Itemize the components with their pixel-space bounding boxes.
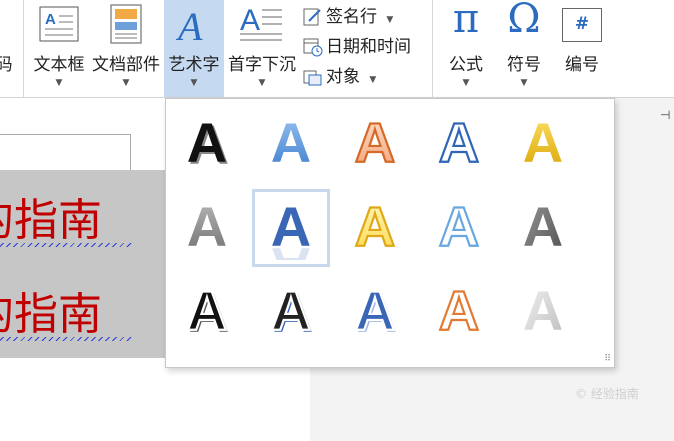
hash-glyph: # — [574, 14, 590, 34]
svg-text:A: A — [523, 196, 563, 258]
ribbon-separator — [23, 0, 24, 97]
wordart-style-blue-white-outline[interactable]: AA — [336, 273, 414, 351]
datetime-button[interactable]: 日期和时间 — [303, 32, 411, 57]
letter-a-glyph: AA — [271, 196, 311, 260]
svg-text:A: A — [439, 280, 479, 342]
svg-text:A: A — [187, 280, 227, 342]
svg-text:A: A — [439, 196, 479, 258]
omega-icon: Ω — [507, 0, 541, 42]
formula-label: 公式 — [449, 55, 483, 75]
svg-text:A: A — [439, 112, 479, 174]
partial-label: 码 — [0, 55, 13, 75]
svg-text:A: A — [523, 112, 563, 174]
wordart-style-blue-gradient[interactable]: A — [252, 105, 330, 183]
wordart-style-orange-white-outline[interactable]: A — [420, 273, 498, 351]
wordart-style-yellow-outline[interactable]: A — [336, 189, 414, 267]
letter-a-glyph: A — [438, 112, 481, 175]
wordart-style-blue-outline[interactable]: A — [420, 105, 498, 183]
signature-icon — [303, 8, 321, 26]
letter-a-glyph: A — [523, 196, 563, 258]
letter-a-glyph: A — [187, 196, 227, 258]
spellcheck-underline — [0, 243, 132, 247]
object-button[interactable]: 对象 ▼ — [303, 62, 376, 87]
svg-text:A: A — [271, 280, 311, 342]
wordart-gallery: AA A A A A A A A A A A A A A A A A A ⠿ — [165, 98, 615, 368]
docparts-icon — [110, 4, 142, 44]
svg-text:A: A — [240, 4, 260, 37]
symbol-label: 符号 — [507, 55, 541, 75]
wordart-button[interactable]: A 艺术字 ▼ — [164, 0, 224, 97]
wordart-style-gray-gradient[interactable]: A — [168, 189, 246, 267]
svg-text:A: A — [187, 196, 227, 258]
wordart-style-gray-bevel[interactable]: A — [504, 189, 582, 267]
chevron-down-icon: ▼ — [55, 78, 63, 88]
letter-a-glyph: A — [523, 280, 563, 342]
svg-text:A: A — [175, 4, 203, 46]
wordart-style-silver-gradient[interactable]: A — [504, 273, 582, 351]
document-text-line-1[interactable]: 的指南 — [0, 184, 102, 248]
letter-a-glyph: AA — [186, 280, 230, 344]
letter-a-glyph: A — [438, 280, 481, 343]
margin-corner — [130, 134, 131, 170]
svg-text:A: A — [355, 112, 395, 174]
number-label: 编号 — [565, 55, 599, 75]
wordart-style-blue-reflection[interactable]: AA — [252, 189, 330, 267]
letter-a-glyph: AA — [354, 280, 398, 344]
wordart-style-black-shadow[interactable]: AA — [168, 105, 246, 183]
letter-a-glyph: A — [523, 112, 563, 174]
letter-a-glyph: A — [438, 196, 481, 259]
letter-a-glyph: A — [354, 196, 397, 259]
docparts-label: 文档部件 — [92, 55, 160, 75]
wordart-icon: A — [175, 4, 203, 46]
chevron-down-icon: ▼ — [386, 15, 394, 25]
svg-text:A: A — [355, 196, 395, 258]
wordart-style-black-blue-outline[interactable]: AA — [252, 273, 330, 351]
letter-a-glyph: AA — [270, 280, 314, 344]
svg-text:A: A — [271, 196, 311, 258]
dropcap-icon: A — [240, 4, 282, 41]
wordart-style-black-white-outline[interactable]: AA — [168, 273, 246, 351]
chevron-down-icon: ▼ — [369, 75, 377, 85]
letter-a-glyph: A — [271, 112, 311, 174]
textbox-label: 文本框 — [33, 55, 85, 75]
calendar-clock-icon — [303, 38, 323, 57]
object-label: 对象 — [326, 67, 360, 87]
letter-a-glyph: AA — [187, 112, 229, 176]
svg-text:A: A — [271, 112, 311, 174]
svg-text:A: A — [523, 280, 563, 342]
wordart-style-orange-outline[interactable]: A — [336, 105, 414, 183]
chevron-down-icon: ▼ — [122, 78, 130, 88]
wordart-style-gold-gradient[interactable]: A — [504, 105, 582, 183]
textbox-icon: A — [39, 6, 79, 42]
svg-text:A: A — [187, 112, 227, 174]
chevron-down-icon: ▼ — [520, 78, 528, 88]
svg-text:A: A — [45, 11, 56, 28]
datetime-label: 日期和时间 — [326, 37, 411, 57]
ribbon-separator — [432, 0, 433, 97]
chevron-down-icon: ▼ — [258, 78, 266, 88]
insert-ribbon: 码 A 文本框 ▼ 文档部件 ▼ A 艺术字 ▼ A 首字下沉 ▼ 签名行 ▼ … — [0, 0, 674, 98]
signature-line-button[interactable]: 签名行 ▼ — [303, 2, 393, 27]
chevron-down-icon: ▼ — [462, 78, 470, 88]
wordart-label: 艺术字 — [168, 55, 220, 75]
spellcheck-underline — [0, 337, 132, 341]
svg-text:A: A — [355, 280, 395, 342]
pi-icon: π — [452, 0, 480, 42]
wordart-style-light-blue-outline[interactable]: A — [420, 189, 498, 267]
ruler-marker-icon: ⊣ — [660, 108, 671, 122]
watermark: © 经验指南 — [575, 387, 639, 401]
number-icon: # — [562, 8, 602, 42]
signature-label: 签名行 — [326, 7, 377, 27]
document-text-line-2[interactable]: 的指南 — [0, 278, 102, 342]
letter-a-glyph: A — [354, 112, 397, 175]
resize-grip-icon[interactable]: ⠿ — [604, 354, 611, 364]
dropcap-label: 首字下沉 — [228, 55, 296, 75]
object-icon — [303, 70, 322, 86]
chevron-down-icon: ▼ — [190, 78, 198, 88]
margin-line — [0, 134, 130, 135]
